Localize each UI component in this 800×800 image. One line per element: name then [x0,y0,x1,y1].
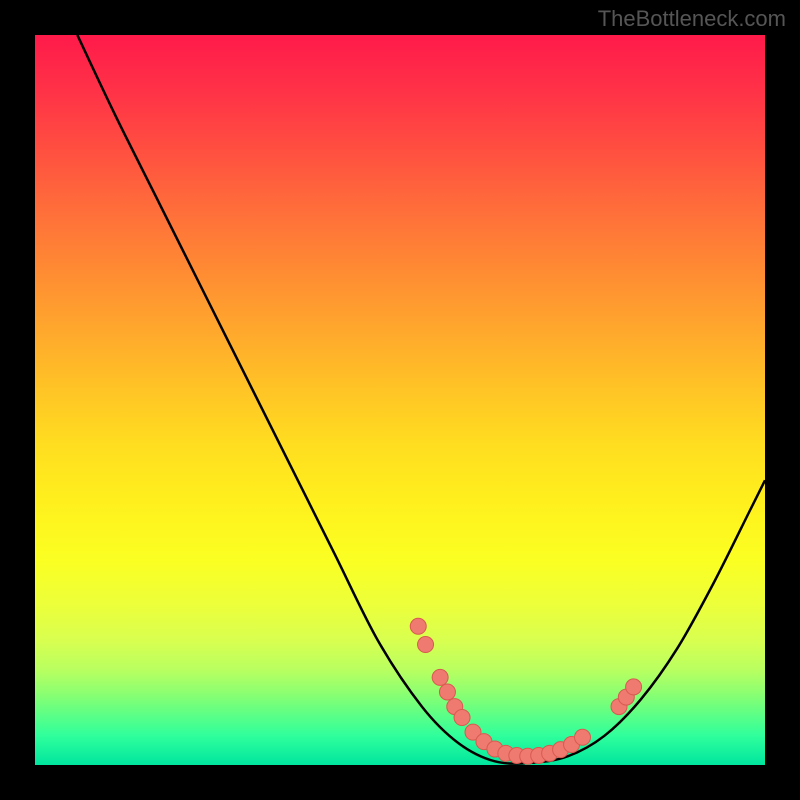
chart-svg [35,35,765,765]
data-dot [410,618,426,634]
gradient-plot-area [35,35,765,765]
data-dot [418,637,434,653]
data-dot [575,729,591,745]
data-dot [454,710,470,726]
data-dots [410,618,641,764]
data-dot [626,679,642,695]
data-dot [439,684,455,700]
bottleneck-curve [77,35,765,764]
data-dot [432,669,448,685]
attribution-label: TheBottleneck.com [598,6,786,32]
